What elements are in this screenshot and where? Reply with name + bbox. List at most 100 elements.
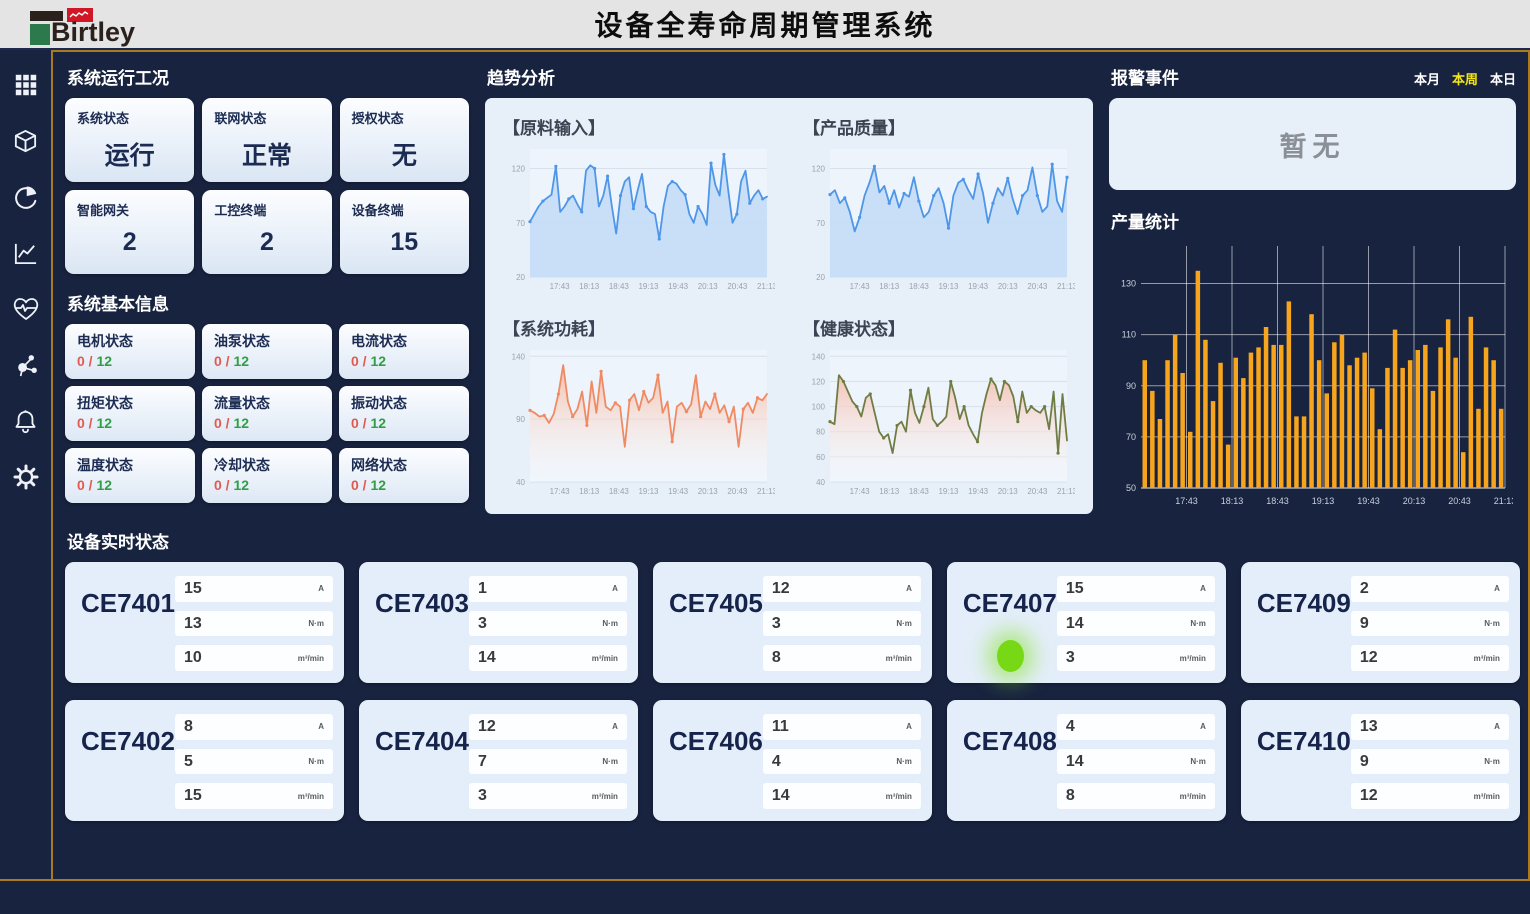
svg-text:19:43: 19:43: [668, 282, 689, 291]
svg-text:19:13: 19:13: [638, 282, 659, 291]
info-count-numerator: 0 /: [351, 477, 370, 493]
svg-text:20:43: 20:43: [1027, 487, 1048, 496]
alarm-tab-本日[interactable]: 本日: [1490, 69, 1516, 88]
sidebar-item-equipment[interactable]: [11, 126, 41, 156]
info-card-label: 油泵状态: [214, 331, 320, 351]
info-card-label: 扭矩状态: [77, 393, 183, 413]
device-card-CE7407[interactable]: CE740715A14N·m3m³/min: [947, 562, 1226, 683]
status-card-label: 工控终端: [214, 200, 319, 219]
device-card-CE7410[interactable]: CE741013A9N·m12m³/min: [1241, 700, 1520, 821]
device-metric-unit: N·m: [1484, 619, 1500, 628]
status-card-value: 正常: [214, 136, 319, 172]
device-name: CE7403: [375, 588, 469, 671]
status-card-label: 授权状态: [352, 108, 457, 127]
device-metric-unit: N·m: [602, 619, 618, 628]
device-metric-unit: N·m: [1484, 757, 1500, 766]
alarm-tab-本月[interactable]: 本月: [1414, 69, 1440, 88]
info-count-denominator: 12: [96, 353, 112, 369]
info-count-denominator: 12: [96, 477, 112, 493]
device-metric-unit: A: [1494, 722, 1500, 731]
svg-text:17:43: 17:43: [550, 487, 571, 496]
device-metric-unit: m³/min: [1180, 792, 1206, 801]
sidebar-item-trends[interactable]: [11, 238, 41, 268]
device-metric-row: 4A: [1057, 714, 1215, 740]
svg-text:21:13: 21:13: [1494, 496, 1513, 506]
device-card-CE7405[interactable]: CE740512A3N·m8m³/min: [653, 562, 932, 683]
top-grid: 系统运行工况 系统状态运行联网状态正常授权状态无智能网关2工控终端2设备终端15…: [65, 52, 1516, 514]
svg-text:140: 140: [512, 352, 526, 361]
footer-bar: [0, 881, 1530, 914]
device-metric-unit: m³/min: [592, 654, 618, 663]
device-metric-value: 14: [772, 787, 790, 805]
sidebar-item-dashboard[interactable]: [11, 70, 41, 100]
sidebar-item-alarms[interactable]: [11, 406, 41, 436]
info-card-count: 0 / 12: [77, 415, 183, 431]
device-metric-row: 14m³/min: [469, 645, 627, 671]
device-metric-value: 12: [772, 580, 790, 598]
device-metric-unit: N·m: [308, 619, 324, 628]
info-card: 流量状态0 / 12: [202, 386, 332, 441]
svg-text:20:43: 20:43: [727, 487, 748, 496]
device-metric-row: 13A: [1351, 714, 1509, 740]
info-card-count: 0 / 12: [214, 415, 320, 431]
device-card-CE7401[interactable]: CE740115A13N·m10m³/min: [65, 562, 344, 683]
svg-text:19:43: 19:43: [1357, 496, 1380, 506]
app-header: Birtley 设备全寿命周期管理系统: [0, 0, 1530, 50]
alarm-tab-本周[interactable]: 本周: [1452, 69, 1478, 88]
logo-green-square: [30, 24, 50, 45]
device-metric-value: 5: [184, 753, 193, 771]
device-card-CE7403[interactable]: CE74031A3N·m14m³/min: [359, 562, 638, 683]
svg-text:120: 120: [812, 377, 826, 386]
device-rows: 2A9N·m12m³/min: [1351, 576, 1509, 671]
device-card-CE7404[interactable]: CE740412A7N·m3m³/min: [359, 700, 638, 821]
device-metric-row: 7N·m: [469, 749, 627, 775]
status-card: 系统状态运行: [65, 98, 194, 182]
status-card: 授权状态无: [340, 98, 469, 182]
device-metric-row: 4N·m: [763, 749, 921, 775]
info-count-denominator: 12: [96, 415, 112, 431]
device-metric-row: 15A: [1057, 576, 1215, 602]
info-card-label: 网络状态: [351, 455, 457, 475]
device-metric-row: 13N·m: [175, 611, 333, 637]
sidebar-item-settings[interactable]: [11, 462, 41, 492]
sidebar-item-topology[interactable]: [11, 350, 41, 380]
device-metric-row: 3m³/min: [469, 783, 627, 809]
info-card-label: 振动状态: [351, 393, 457, 413]
info-count-denominator: 12: [370, 477, 386, 493]
device-metric-value: 11: [772, 718, 789, 736]
sidebar: [0, 50, 53, 879]
info-count-denominator: 12: [370, 415, 386, 431]
device-card-CE7402[interactable]: CE74028A5N·m15m³/min: [65, 700, 344, 821]
status-card-label: 系统状态: [77, 108, 182, 127]
device-metric-value: 7: [478, 753, 487, 771]
left-column: 系统运行工况 系统状态运行联网状态正常授权状态无智能网关2工控终端2设备终端15…: [65, 52, 469, 514]
sidebar-item-health[interactable]: [11, 294, 41, 324]
device-metric-row: 5N·m: [175, 749, 333, 775]
brand-logo: Birtley: [28, 5, 178, 47]
status-card-value: 运行: [77, 136, 182, 172]
info-card: 油泵状态0 / 12: [202, 324, 332, 379]
device-metric-unit: A: [318, 722, 324, 731]
info-card-label: 电机状态: [77, 331, 183, 351]
device-card-CE7406[interactable]: CE740611A4N·m14m³/min: [653, 700, 932, 821]
status-card-label: 联网状态: [214, 108, 319, 127]
svg-text:21:13: 21:13: [1057, 487, 1075, 496]
device-card-CE7409[interactable]: CE74092A9N·m12m³/min: [1241, 562, 1520, 683]
device-metric-value: 3: [1066, 649, 1075, 667]
info-count-numerator: 0 /: [214, 353, 233, 369]
sidebar-item-statistics[interactable]: [11, 182, 41, 212]
main-area: 系统运行工况 系统状态运行联网状态正常授权状态无智能网关2工控终端2设备终端15…: [0, 50, 1530, 881]
device-metric-value: 9: [1360, 753, 1369, 771]
device-metric-value: 3: [478, 615, 487, 633]
device-card-CE7408[interactable]: CE74084A14N·m8m³/min: [947, 700, 1226, 821]
chart-raw-input-title: 【原料输入】: [503, 114, 775, 139]
info-card-label: 冷却状态: [214, 455, 320, 475]
svg-text:70: 70: [816, 219, 825, 228]
alarm-header: 报警事件 本月本周本日: [1109, 52, 1516, 98]
svg-text:20:13: 20:13: [998, 487, 1019, 496]
chart-product-quality-title: 【产品质量】: [803, 114, 1075, 139]
svg-text:18:13: 18:13: [879, 487, 900, 496]
device-metric-row: 12m³/min: [1351, 645, 1509, 671]
device-metric-row: 12m³/min: [1351, 783, 1509, 809]
alarm-empty-card: 暂无: [1109, 98, 1516, 190]
